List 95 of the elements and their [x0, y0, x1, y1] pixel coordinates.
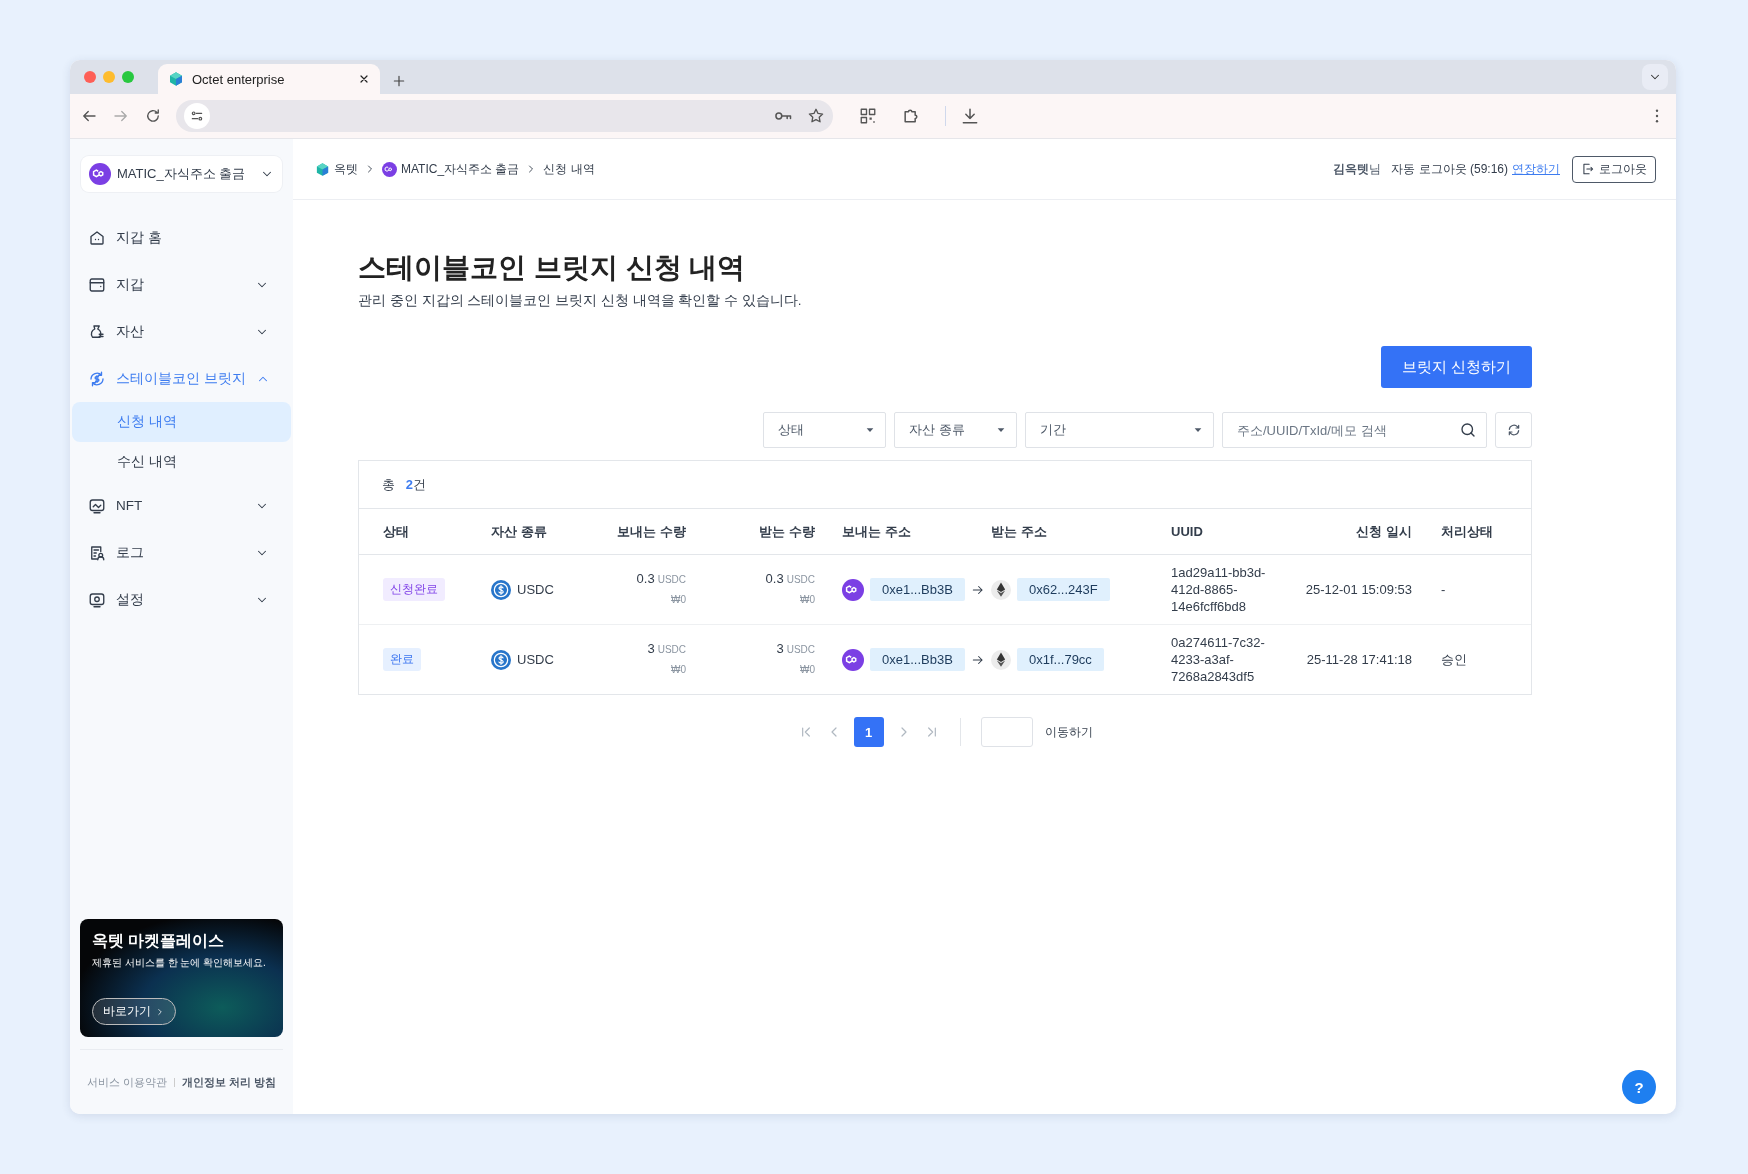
column-header: 받는 주소 — [991, 522, 1047, 541]
search-field[interactable]: 주소/UUID/TxId/메모 검색 — [1222, 412, 1487, 448]
auto-logout-timer: 자동 로그아웃 (59:16) — [1391, 160, 1508, 178]
usdc-coin-icon — [491, 579, 511, 600]
table-cell: 25-12-01 15:09:53 — [1305, 582, 1412, 597]
krw-value: ₩0 — [800, 663, 815, 677]
column-header: 자산 종류 — [491, 522, 547, 541]
ethereum-icon — [991, 649, 1011, 670]
bridge-request-button[interactable]: 브릿지 신청하기 — [1381, 346, 1532, 388]
search-icon[interactable] — [1459, 421, 1477, 439]
amount-text: 3 USDC — [776, 642, 815, 657]
footer-link[interactable]: 개인정보 처리 방침 — [181, 1074, 277, 1090]
sliders-icon — [189, 108, 205, 124]
breadcrumb-text[interactable]: MATIC_자식주소 출금 — [401, 160, 520, 178]
amount-text: 3 USDC — [647, 642, 686, 657]
column-header: 상태 — [383, 522, 409, 541]
cube-logo-icon — [168, 71, 184, 87]
address-chip[interactable]: 0xe1...Bb3B — [870, 648, 965, 671]
uuid-text: 0a274611-7c32-4233-a3af-7268a2843df5 — [1171, 634, 1266, 685]
krw-value: ₩0 — [800, 593, 815, 607]
site-settings-button[interactable] — [184, 103, 210, 129]
qr-code-icon[interactable] — [858, 107, 877, 125]
address-chip[interactable]: 0xe1...Bb3B — [870, 578, 965, 601]
reload-icon[interactable] — [144, 107, 162, 125]
sidebar-item[interactable]: 로그 — [70, 529, 293, 576]
polygon-logo-icon — [89, 163, 111, 185]
status-badge: 완료 — [383, 648, 421, 671]
logout-icon — [1581, 162, 1595, 176]
sidebar-item[interactable]: 지갑 — [70, 261, 293, 308]
caret-down-icon — [865, 425, 875, 435]
go-to-page-button[interactable]: 이동하기 — [1044, 723, 1093, 741]
table-cell: 승인 — [1441, 650, 1467, 669]
image-frame-icon — [88, 496, 106, 515]
uuid-text: 1ad29a11-bb3d-412d-8865-14e6fcff6bd8 — [1171, 564, 1267, 615]
sidebar-item[interactable]: 설정 — [70, 576, 293, 623]
krw-value: ₩0 — [671, 593, 686, 607]
money-bag-icon — [88, 322, 106, 341]
amount-text: 0.3 USDC — [636, 572, 686, 587]
column-header: 처리상태 — [1441, 522, 1493, 541]
page-jump-field[interactable] — [980, 717, 1033, 747]
sidebar-subitem[interactable]: 신청 내역 — [72, 402, 291, 442]
caret-down-icon — [1193, 425, 1203, 435]
sidebar-item[interactable]: 지갑 홈 — [70, 214, 293, 261]
page-title: 스테이블코인 브릿지 신청 내역 — [358, 251, 747, 285]
refresh-button[interactable] — [1495, 412, 1532, 448]
logout-button[interactable]: 로그아웃 — [1572, 155, 1656, 183]
filter-dropdown[interactable]: 기간 — [1025, 412, 1214, 448]
filter-dropdown[interactable]: 상태 — [763, 412, 886, 448]
breadcrumb-text[interactable]: 옥텟 — [334, 160, 358, 178]
column-header: UUID — [1171, 524, 1203, 539]
column-header: 보내는 주소 — [842, 522, 911, 541]
column-header: 보내는 수량 — [617, 522, 686, 541]
star-icon[interactable] — [806, 107, 825, 125]
address-chip[interactable]: 0x62...243F — [1017, 578, 1110, 601]
total-count: 총 2건 — [359, 461, 1531, 509]
shortcut-button[interactable]: 바로가기 — [92, 998, 176, 1025]
sidebar-subitem[interactable]: 수신 내역 — [72, 442, 291, 482]
banner-title: 옥텟 마켓플레이스 — [92, 931, 226, 951]
caret-down-icon — [996, 425, 1006, 435]
polygon-logo-icon — [842, 648, 864, 671]
extend-session-link[interactable]: 연장하기 — [1512, 160, 1560, 178]
column-header: 받는 수량 — [759, 522, 815, 541]
log-list-icon — [88, 543, 106, 562]
sidebar-item[interactable]: NFT — [70, 482, 293, 529]
table-cell: USDC — [517, 582, 554, 597]
filter-dropdown[interactable]: 자산 종류 — [894, 412, 1017, 448]
table-cell: - — [1441, 582, 1446, 597]
polygon-logo-icon — [842, 578, 864, 601]
ethereum-icon — [991, 579, 1011, 600]
krw-value: ₩0 — [671, 663, 686, 677]
close-tab-icon[interactable] — [358, 73, 370, 85]
status-badge: 신청완료 — [383, 578, 445, 601]
settings-icon — [88, 590, 106, 609]
sidebar-item[interactable]: 자산 — [70, 308, 293, 355]
page-number-button[interactable]: 1 — [853, 717, 884, 747]
cube-logo-icon — [315, 161, 330, 177]
sidebar-item[interactable]: 스테이블코인 브릿지 — [70, 355, 293, 402]
browser-tab[interactable]: Octet enterprise — [158, 64, 380, 94]
usdc-coin-icon — [491, 649, 511, 670]
table-cell: 25-11-28 17:41:18 — [1306, 652, 1412, 667]
page-description: 관리 중인 지갑의 스테이블코인 브릿지 신청 내역을 확인할 수 있습니다. — [358, 292, 803, 310]
column-header: 신청 일시 — [1356, 522, 1412, 541]
polygon-logo-icon — [382, 161, 397, 177]
banner-text: 제휴된 서비스를 한 눈에 확인해보세요. — [92, 956, 267, 970]
user-name: 김옥텟님 — [1333, 160, 1382, 178]
dollar-exchange-icon — [88, 369, 106, 388]
amount-text: 0.3 USDC — [765, 572, 815, 587]
wallet-selector[interactable]: MATIC_자식주소 출금 — [81, 156, 282, 192]
chevron-right-icon — [155, 1006, 165, 1017]
breadcrumb-text: 신청 내역 — [543, 160, 595, 178]
help-button[interactable]: ? — [1622, 1070, 1656, 1104]
wallet-icon — [88, 275, 106, 294]
new-tab-icon[interactable] — [392, 74, 406, 88]
address-chip[interactable]: 0x1f...79cc — [1017, 648, 1104, 671]
table-cell: USDC — [517, 652, 554, 667]
